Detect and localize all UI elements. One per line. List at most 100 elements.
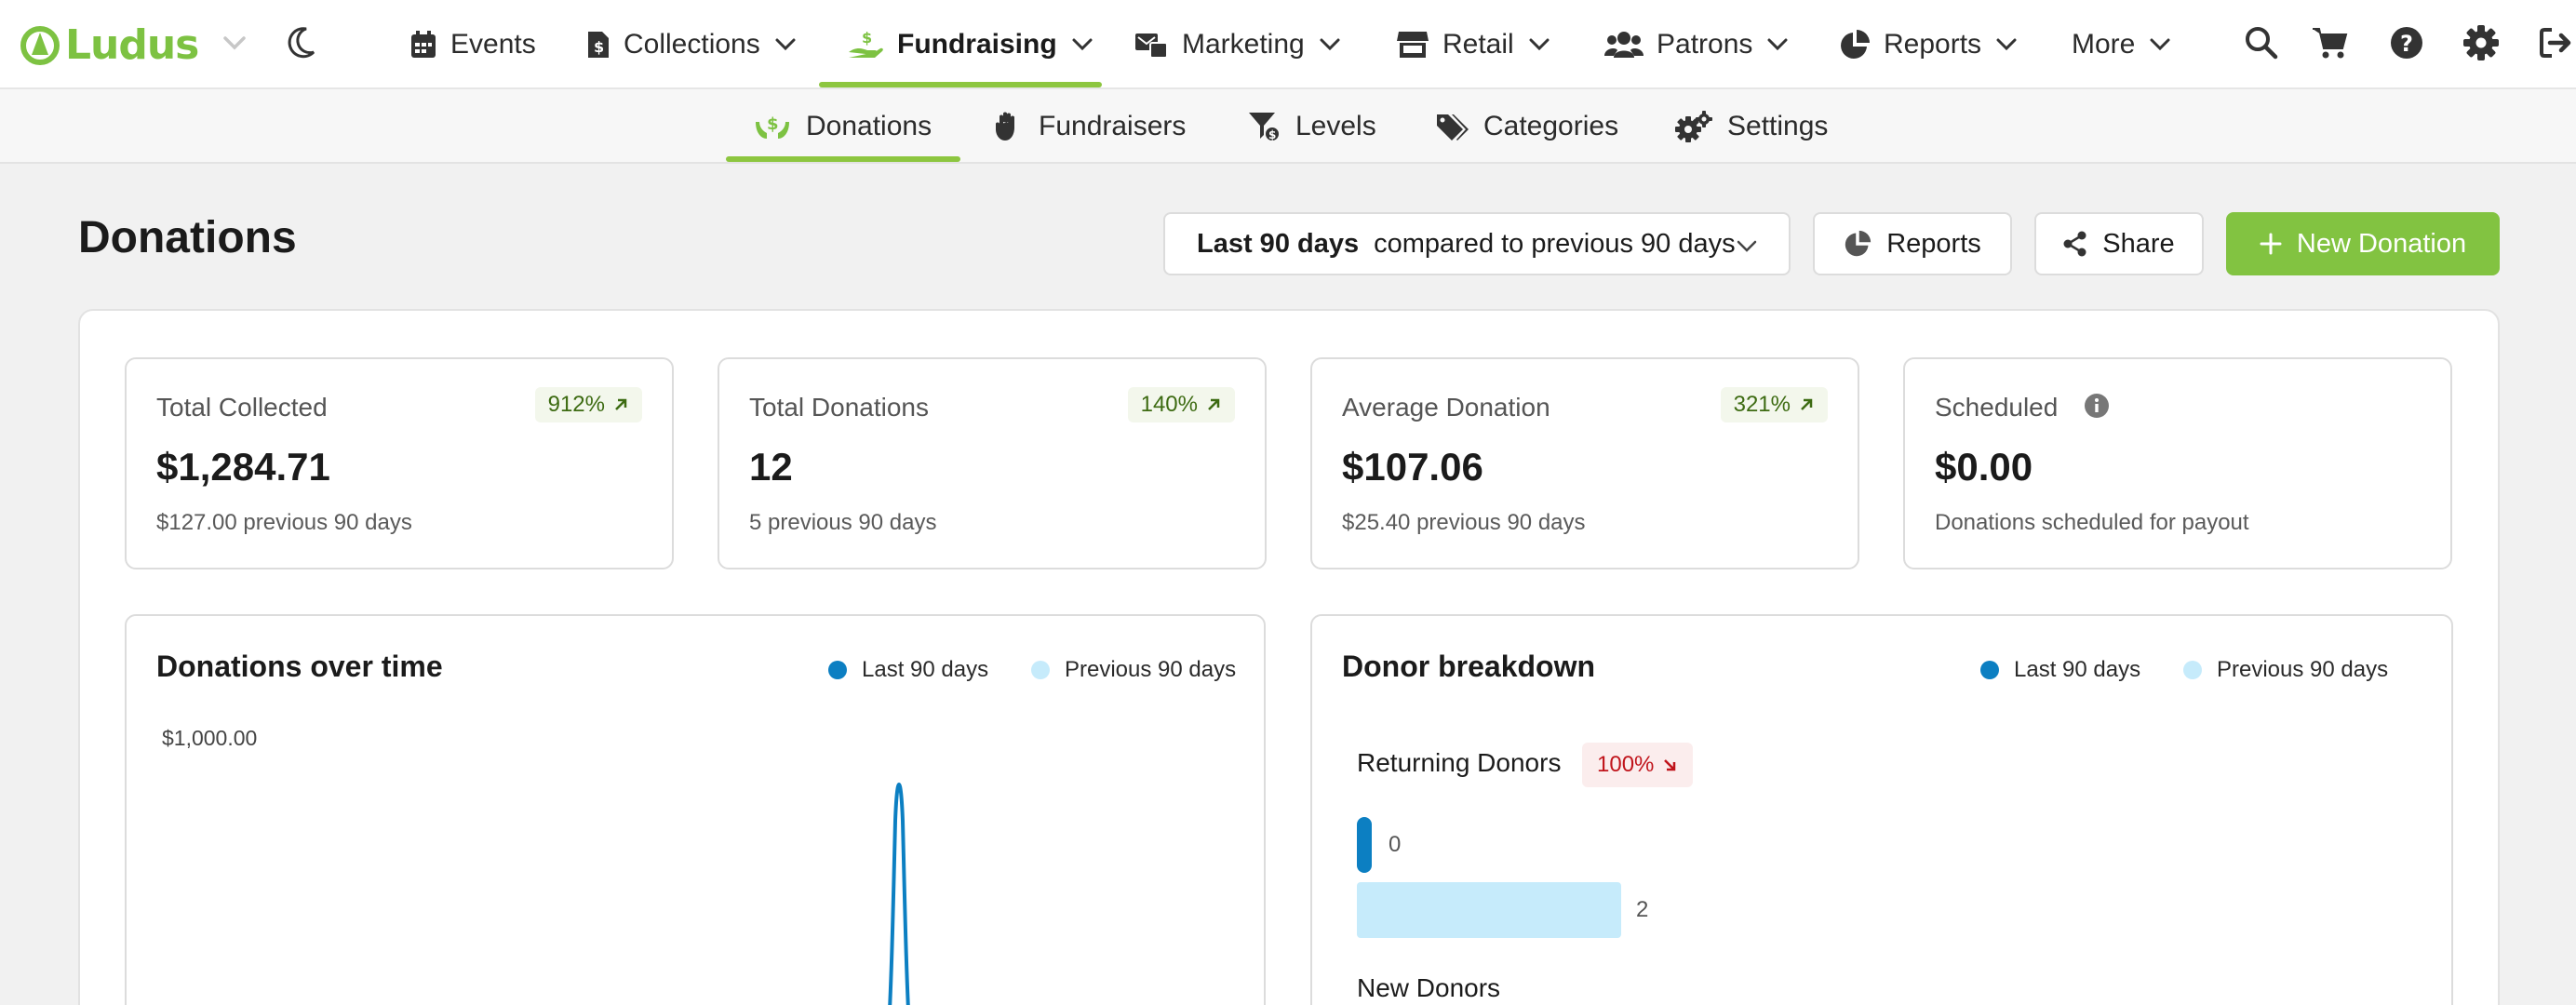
date-range-select[interactable]: Last 90 days compared to previous 90 day… <box>1163 212 1791 275</box>
info-icon[interactable] <box>2084 393 2110 419</box>
legend-label: Previous 90 days <box>2217 657 2389 682</box>
pie-chart-icon <box>1841 30 1870 59</box>
sub-nav: $ Donations Fundraisers $ Levels Categor… <box>0 89 2576 164</box>
arrow-up-right-icon <box>1208 398 1220 410</box>
subnav-label: Levels <box>1295 111 1376 141</box>
subnav-settings[interactable]: Settings <box>1675 89 1828 164</box>
search-icon[interactable] <box>2243 24 2280 61</box>
ludus-logo-icon <box>20 26 60 65</box>
collections-icon: $ <box>588 32 609 58</box>
stat-label: Total Donations <box>749 393 930 422</box>
subnav-categories[interactable]: Categories <box>1435 89 1618 164</box>
svg-text:$: $ <box>862 29 872 47</box>
range-compare-label: compared to previous 90 days <box>1374 228 1736 259</box>
share-button[interactable]: Share <box>2034 212 2204 275</box>
chevron-down-icon <box>1767 38 1788 51</box>
top-nav: Ludus Events $ Collections $ Fundraising… <box>0 0 2576 89</box>
hand-icon <box>996 112 1014 141</box>
nav-collections[interactable]: $ Collections <box>586 0 798 89</box>
moon-icon[interactable] <box>283 24 320 61</box>
returning-previous-value: 2 <box>1636 897 1649 922</box>
calendar-icon <box>411 31 436 58</box>
nav-patrons[interactable]: Patrons <box>1604 0 1790 89</box>
donations-line-chart <box>888 783 910 1005</box>
app-logo[interactable]: Ludus <box>20 19 199 71</box>
donations-icon: $ <box>756 114 789 139</box>
change-badge: 100% <box>1582 743 1694 787</box>
help-icon[interactable]: ? <box>2388 24 2425 61</box>
reports-button[interactable]: Reports <box>1813 212 2012 275</box>
nav-label: Patrons <box>1657 29 1753 60</box>
change-badge: 321% <box>1720 387 1828 422</box>
arrow-up-right-icon <box>1801 398 1813 410</box>
subnav-label: Fundraisers <box>1039 111 1187 141</box>
stat-previous: $127.00 previous 90 days <box>156 510 412 535</box>
new-donation-button[interactable]: New Donation <box>2226 212 2500 275</box>
active-nav-indicator <box>819 82 1102 87</box>
app-name: Ludus <box>65 20 199 69</box>
change-badge: 140% <box>1127 387 1235 422</box>
stat-value: 12 <box>749 445 793 489</box>
legend-dot <box>2183 661 2202 679</box>
nav-label: Reports <box>1884 29 1982 60</box>
new-donors-label: New Donors <box>1357 973 1501 1002</box>
range-primary-label: Last 90 days <box>1197 228 1360 259</box>
svg-text:$: $ <box>1268 128 1276 141</box>
nav-label: Retail <box>1442 29 1514 60</box>
stat-label: Total Collected <box>156 393 328 422</box>
change-badge: 912% <box>534 387 642 422</box>
levels-icon: $ <box>1249 113 1281 142</box>
stat-card-scheduled: Scheduled $0.00 Donations scheduled for … <box>1903 357 2452 570</box>
returning-current-bar[interactable] <box>1357 817 1372 873</box>
subnav-label: Donations <box>806 111 932 141</box>
nav-marketing[interactable]: Marketing <box>1134 0 1342 89</box>
nav-retail[interactable]: Retail <box>1396 0 1551 89</box>
reports-button-label: Reports <box>1886 228 1981 259</box>
stat-card-total-collected: Total Collected 912% $1,284.71 $127.00 p… <box>125 357 674 570</box>
nav-events[interactable]: Events <box>409 0 536 89</box>
logout-icon[interactable] <box>2537 24 2574 61</box>
nav-more[interactable]: More <box>2072 0 2172 89</box>
share-icon <box>2063 231 2086 257</box>
cart-icon[interactable] <box>2312 24 2349 61</box>
change-value: 100% <box>1597 752 1655 777</box>
subnav-levels[interactable]: $ Levels <box>1247 89 1376 164</box>
nav-reports[interactable]: Reports <box>1839 0 2019 89</box>
pie-chart-icon <box>1845 230 1872 257</box>
legend-current[interactable]: Last 90 days <box>1980 657 2140 683</box>
stat-value: $1,284.71 <box>156 445 330 489</box>
nav-label: Events <box>450 29 536 60</box>
legend-label: Last 90 days <box>2014 657 2141 682</box>
stat-value: $107.06 <box>1342 445 1483 489</box>
subnav-fundraisers[interactable]: Fundraisers <box>994 89 1186 164</box>
stat-previous: Donations scheduled for payout <box>1935 510 2249 535</box>
stat-label: Scheduled <box>1935 393 2059 422</box>
returning-previous-bar[interactable] <box>1357 882 1621 938</box>
chevron-down-icon <box>775 38 796 51</box>
share-button-label: Share <box>2102 228 2175 259</box>
svg-text:?: ? <box>2400 31 2413 57</box>
legend-previous[interactable]: Previous 90 days <box>2183 657 2388 683</box>
chevron-down-icon <box>2150 38 2170 51</box>
series-line-current <box>888 783 910 1005</box>
subnav-label: Categories <box>1483 111 1619 141</box>
nav-label: Marketing <box>1182 29 1305 60</box>
stat-previous: $25.40 previous 90 days <box>1342 510 1586 535</box>
page-title: Donations <box>78 213 297 262</box>
new-donation-button-label: New Donation <box>2296 228 2467 259</box>
hand-coin-icon: $ <box>849 29 883 58</box>
marketing-icon <box>1135 34 1168 59</box>
subnav-donations[interactable]: $ Donations <box>754 89 932 164</box>
nav-label: Fundraising <box>897 29 1057 60</box>
svg-text:$: $ <box>767 114 779 134</box>
store-icon <box>1397 32 1429 58</box>
svg-text:$: $ <box>594 38 604 56</box>
chevron-down-icon <box>1072 38 1093 51</box>
nav-fundraising[interactable]: $ Fundraising <box>847 0 1094 89</box>
tags-icon <box>1437 114 1469 141</box>
gear-icon[interactable] <box>2462 24 2500 61</box>
stat-previous: 5 previous 90 days <box>749 510 937 535</box>
stat-card-average-donation: Average Donation 321% $107.06 $25.40 pre… <box>1310 357 1859 570</box>
nav-label: Collections <box>624 29 760 60</box>
chevron-down-icon[interactable] <box>220 28 249 58</box>
